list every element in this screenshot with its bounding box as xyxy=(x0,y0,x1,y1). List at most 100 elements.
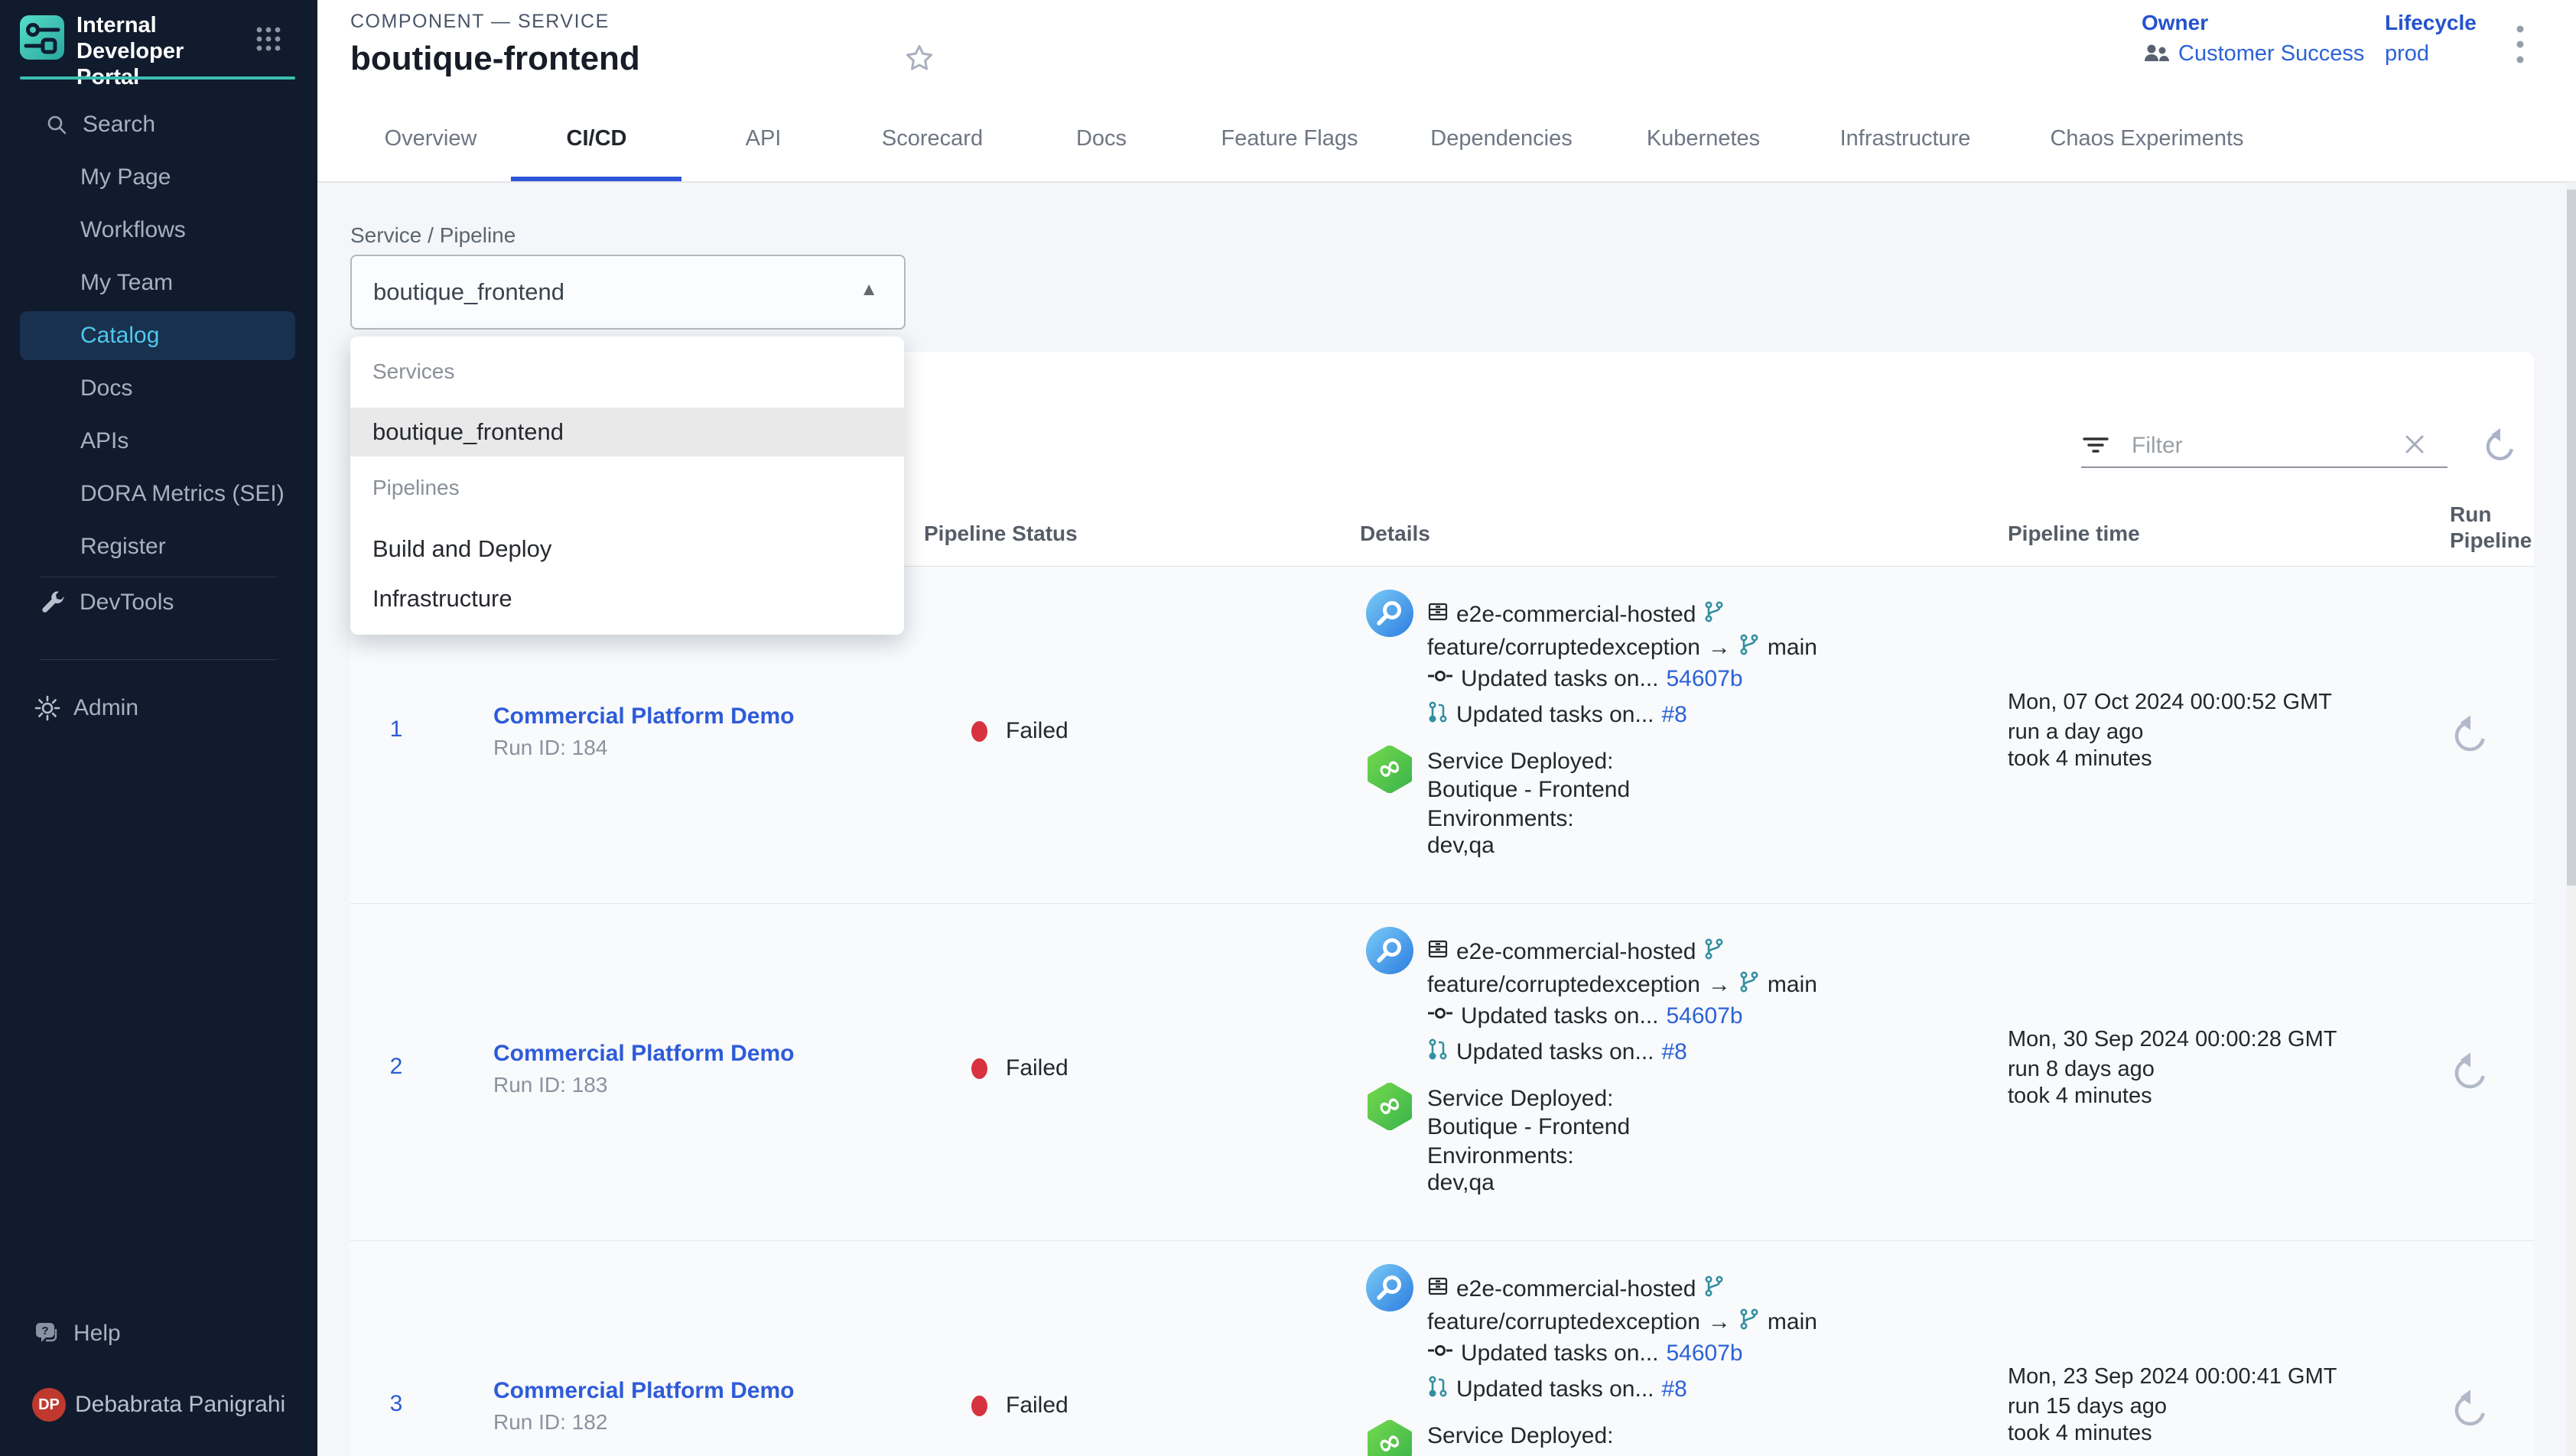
commit-line: Updated tasks on... 54607b xyxy=(1427,666,1743,692)
sidebar-item-dora-metrics[interactable]: DORA Metrics (SEI) xyxy=(0,473,317,515)
sidebar-item-label: My Page xyxy=(80,164,171,190)
tab-scorecard[interactable]: Scorecard xyxy=(882,126,983,151)
clear-filter-icon[interactable] xyxy=(2400,430,2429,463)
filter-input[interactable] xyxy=(2130,428,2386,463)
sidebar-item-admin[interactable]: Admin xyxy=(0,687,317,730)
refresh-icon[interactable] xyxy=(2481,425,2519,467)
git-branch-icon xyxy=(1703,938,1725,967)
pipeline-link[interactable]: Commercial Platform Demo xyxy=(493,1041,794,1067)
service-pipeline-dropdown: Services boutique_frontend Pipelines Bui… xyxy=(350,336,904,635)
row-index: 1 xyxy=(373,717,419,743)
tab-dependencies[interactable]: Dependencies xyxy=(1430,126,1572,151)
dropdown-group-services: Services xyxy=(372,359,454,384)
kebab-menu-icon[interactable] xyxy=(2515,21,2526,74)
source-branch: feature/corruptedexception xyxy=(1427,972,1700,998)
dropdown-option-build-and-deploy[interactable]: Build and Deploy xyxy=(350,525,904,574)
pr-link[interactable]: #8 xyxy=(1662,1376,1687,1402)
pipeline-time-ago: run 15 days ago xyxy=(2008,1394,2167,1419)
scrollbar-thumb[interactable] xyxy=(2567,190,2576,886)
sidebar-item-my-page[interactable]: My Page xyxy=(0,156,317,199)
service-deployed-label: Service Deployed: xyxy=(1427,749,1613,775)
pull-request-icon xyxy=(1427,1375,1449,1404)
tab-infrastructure[interactable]: Infrastructure xyxy=(1840,126,1971,151)
service-pipeline-select[interactable]: boutique_frontend ▲ xyxy=(350,255,906,330)
user-menu[interactable]: Debabrata Panigrahi xyxy=(0,1383,317,1426)
status-text: Failed xyxy=(1006,1055,1068,1081)
sidebar-item-docs[interactable]: Docs xyxy=(0,367,317,410)
environments-value: dev,qa xyxy=(1427,1170,1495,1196)
sidebar-item-workflows[interactable]: Workflows xyxy=(0,209,317,252)
commit-line: Updated tasks on... 54607b xyxy=(1427,1003,1743,1029)
pr-line: Updated tasks on... #8 xyxy=(1427,700,1687,730)
sidebar-item-register[interactable]: Register xyxy=(0,525,317,568)
tab-chaos-experiments[interactable]: Chaos Experiments xyxy=(2050,126,2243,151)
user-name: Debabrata Panigrahi xyxy=(75,1392,285,1418)
lifecycle-label: Lifecycle xyxy=(2385,11,2477,35)
table-body: 1 Commercial Platform Demo Run ID: 184 F… xyxy=(350,567,2534,1456)
commit-message: Updated tasks on... xyxy=(1461,666,1659,692)
pipeline-link[interactable]: Commercial Platform Demo xyxy=(493,1378,794,1404)
sidebar-item-label: Register xyxy=(80,534,166,560)
apps-grid-icon[interactable] xyxy=(255,26,281,52)
git-branch-icon xyxy=(1703,600,1725,629)
commit-message: Updated tasks on... xyxy=(1461,1341,1659,1367)
git-branch-icon xyxy=(1703,1275,1725,1304)
sidebar-item-label: My Team xyxy=(80,270,173,296)
help-chat-icon: ? xyxy=(34,1320,61,1347)
sidebar-item-catalog[interactable]: Catalog xyxy=(20,311,295,360)
app-logo-icon[interactable] xyxy=(20,15,64,60)
column-header-pipeline-status: Pipeline Status xyxy=(924,522,1078,546)
table-row: 3 Commercial Platform Demo Run ID: 182 F… xyxy=(350,1241,2534,1456)
pipeline-time-date: Mon, 07 Oct 2024 00:00:52 GMT xyxy=(2008,690,2332,715)
commit-link[interactable]: 54607b xyxy=(1667,1341,1743,1367)
rerun-pipeline-button[interactable] xyxy=(2449,1049,2492,1092)
commit-line: Updated tasks on... 54607b xyxy=(1427,1341,1743,1367)
pipeline-time-ago: run 8 days ago xyxy=(2008,1057,2155,1082)
pr-message: Updated tasks on... xyxy=(1456,1376,1654,1402)
rerun-pipeline-button[interactable] xyxy=(2449,1386,2492,1429)
sidebar-item-help[interactable]: ? Help xyxy=(0,1312,317,1355)
commit-link[interactable]: 54607b xyxy=(1667,1003,1743,1029)
tab-feature-flags[interactable]: Feature Flags xyxy=(1221,126,1358,151)
commit-icon xyxy=(1427,1341,1453,1367)
sidebar-item-my-team[interactable]: My Team xyxy=(0,262,317,304)
dropdown-option-boutique-frontend[interactable]: boutique_frontend xyxy=(350,408,904,457)
tab-overview[interactable]: Overview xyxy=(385,126,477,151)
tab-kubernetes[interactable]: Kubernetes xyxy=(1647,126,1760,151)
sidebar-item-label: APIs xyxy=(80,428,128,454)
tab-docs[interactable]: Docs xyxy=(1076,126,1127,151)
pr-link[interactable]: #8 xyxy=(1662,1039,1687,1065)
rerun-pipeline-button[interactable] xyxy=(2449,712,2492,755)
target-branch: main xyxy=(1768,972,1817,998)
scrollbar[interactable] xyxy=(2567,182,2576,1456)
repo-name: e2e-commercial-hosted xyxy=(1456,1276,1696,1302)
sidebar-item-devtools[interactable]: DevTools xyxy=(0,581,317,624)
pipeline-link[interactable]: Commercial Platform Demo xyxy=(493,704,794,730)
commit-link[interactable]: 54607b xyxy=(1667,666,1743,692)
pr-line: Updated tasks on... #8 xyxy=(1427,1375,1687,1404)
pipeline-time-took: took 4 minutes xyxy=(2008,1421,2152,1446)
cd-module-icon: ∞ xyxy=(1366,1083,1413,1134)
pull-request-icon xyxy=(1427,700,1449,730)
dropdown-option-infrastructure[interactable]: Infrastructure xyxy=(350,574,904,623)
sidebar-item-search[interactable]: Search xyxy=(0,103,317,146)
sidebar: Internal Developer Portal Search My Page… xyxy=(0,0,317,1456)
run-id: Run ID: 184 xyxy=(493,736,607,760)
favorite-star-icon[interactable] xyxy=(903,41,936,79)
row-index: 3 xyxy=(373,1391,419,1417)
page-title: boutique-frontend xyxy=(350,40,640,78)
pr-message: Updated tasks on... xyxy=(1456,1039,1654,1065)
tab-api[interactable]: API xyxy=(746,126,782,151)
branch-line: feature/corruptedexception → main xyxy=(1427,1308,1817,1337)
sidebar-item-label: Docs xyxy=(80,375,132,401)
tabs-bottom-border xyxy=(317,181,2576,183)
owner-link[interactable]: Customer Success xyxy=(2178,41,2364,67)
pr-message: Updated tasks on... xyxy=(1456,702,1654,728)
sidebar-item-apis[interactable]: APIs xyxy=(0,420,317,463)
pr-link[interactable]: #8 xyxy=(1662,702,1687,728)
tab-cicd[interactable]: CI/CD xyxy=(567,126,627,151)
service-pipeline-label: Service / Pipeline xyxy=(350,223,516,248)
table-row: 2 Commercial Platform Demo Run ID: 183 F… xyxy=(350,904,2534,1241)
service-deployed-label: Service Deployed: xyxy=(1427,1086,1613,1112)
cd-module-icon: ∞ xyxy=(1366,1420,1413,1456)
